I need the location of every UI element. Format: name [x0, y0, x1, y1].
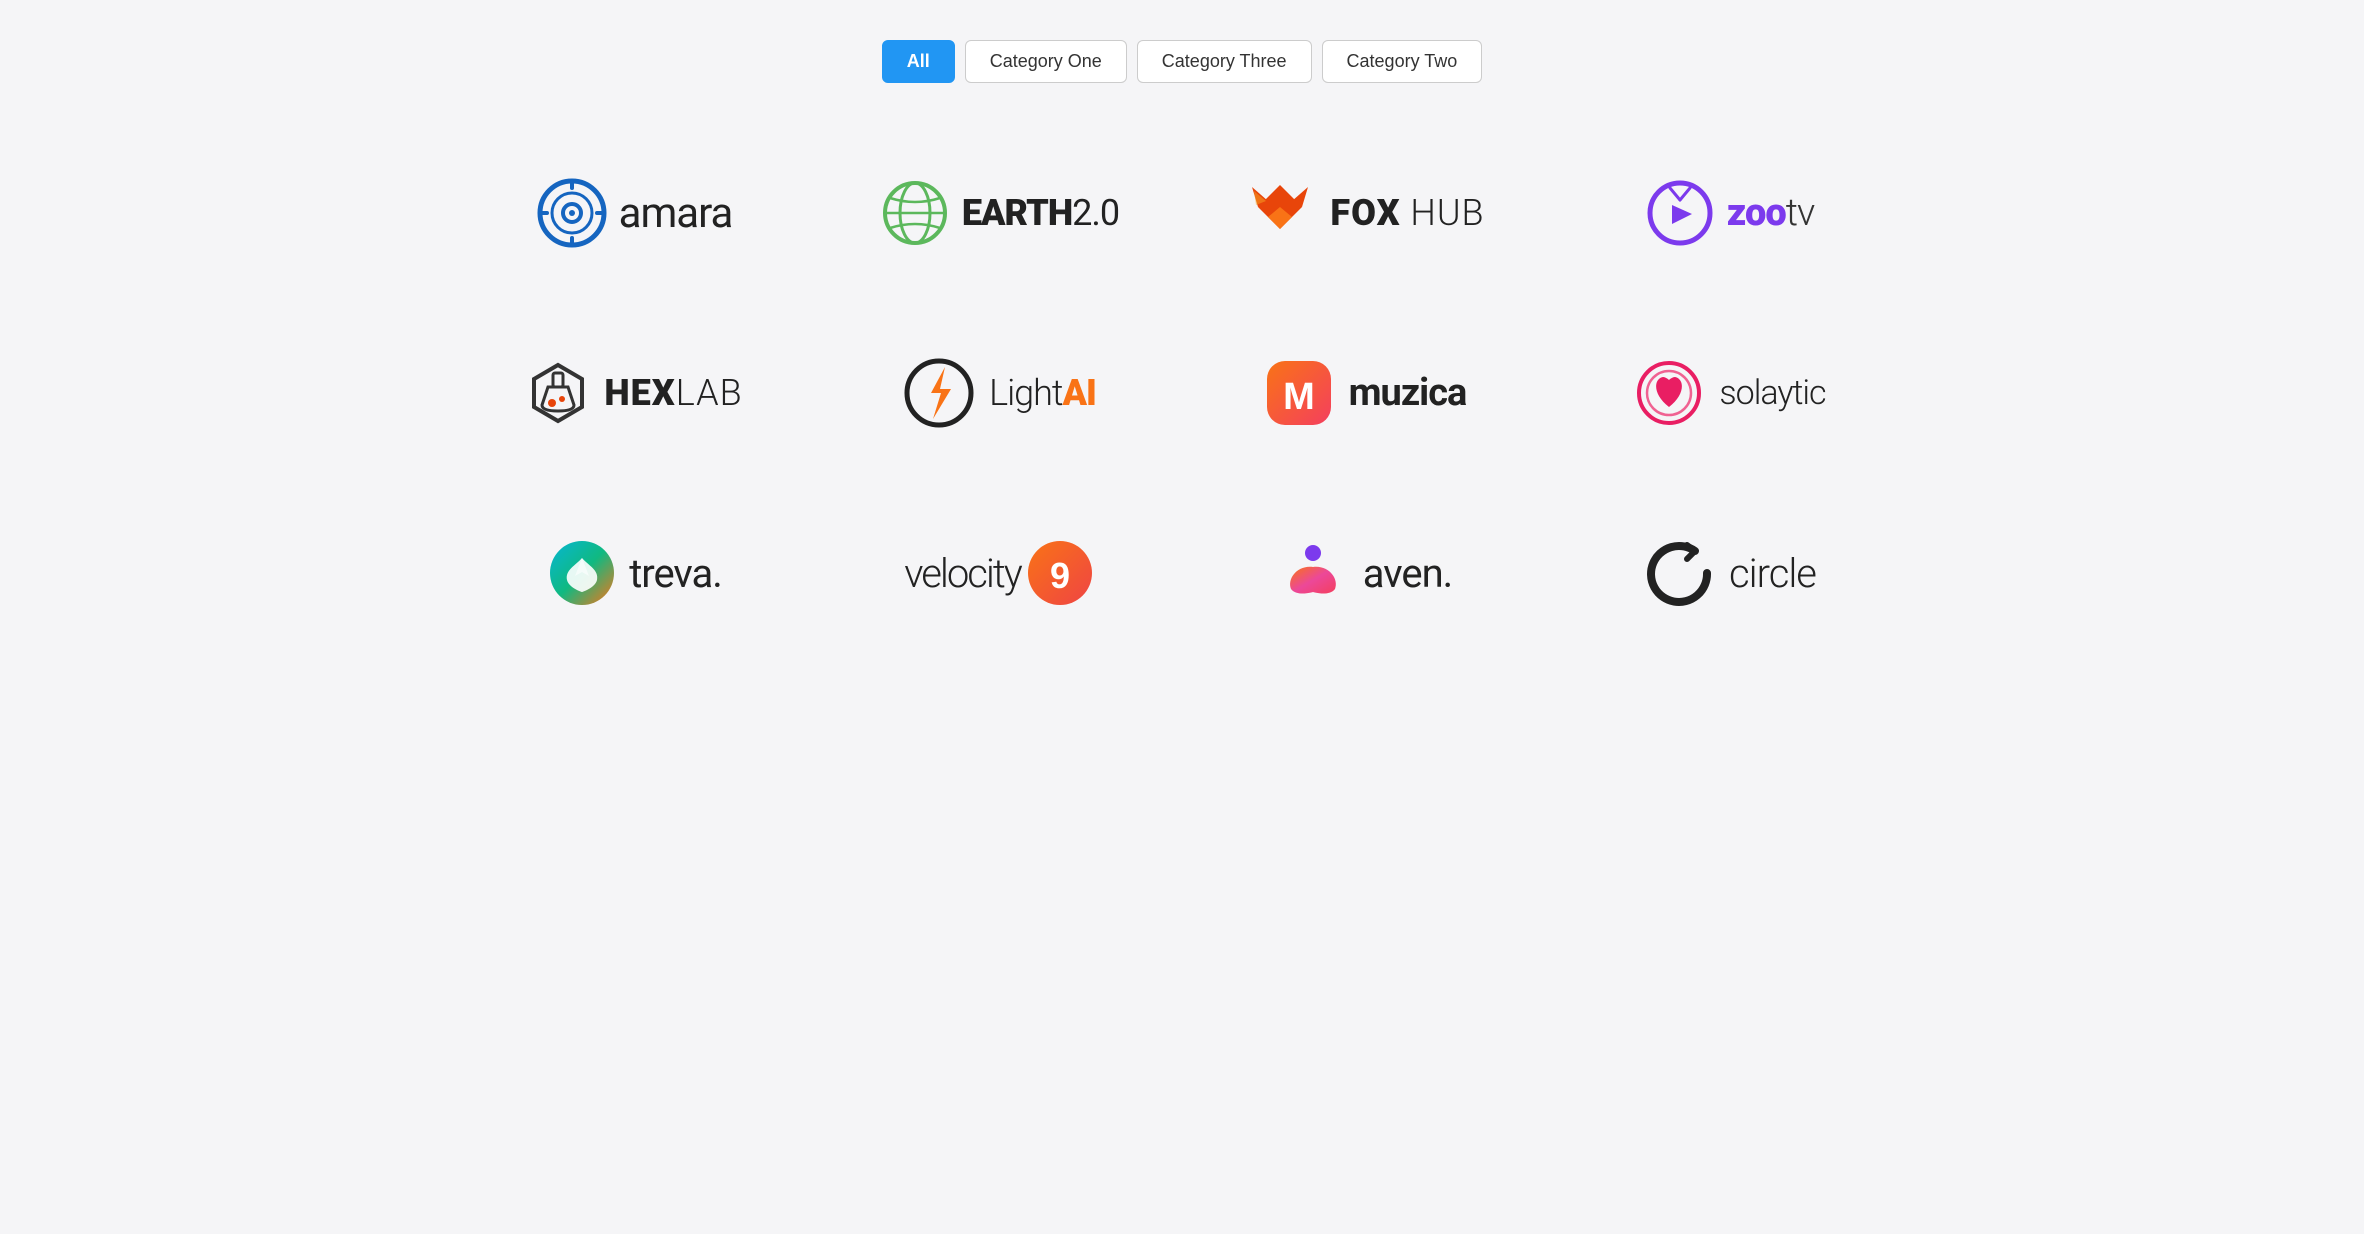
- earth-text: EARTH2.0: [962, 192, 1119, 234]
- logo-lightai: LightAI: [903, 357, 1096, 429]
- logo-fox-cell: FOX HUB: [1212, 143, 1517, 283]
- logo-velocity-cell: velocity 9: [847, 503, 1152, 643]
- velocity-icon: 9: [1025, 538, 1095, 608]
- zoo-icon: [1645, 178, 1715, 248]
- logo-hexlab: HEXLAB: [526, 361, 742, 425]
- amara-icon: [537, 178, 607, 248]
- logo-earth-cell: EARTH2.0: [847, 143, 1152, 283]
- circle-icon: [1643, 537, 1715, 609]
- logo-aven-cell: aven.: [1212, 503, 1517, 643]
- logo-grid: amara EARTH2.0: [482, 143, 1882, 643]
- logo-zoo: zootv: [1645, 178, 1815, 248]
- aven-text: aven.: [1363, 550, 1452, 597]
- filter-category-one-button[interactable]: Category One: [965, 40, 1127, 83]
- logo-fox: FOX HUB: [1244, 177, 1484, 249]
- velocity-text: velocity: [904, 550, 1021, 597]
- hexlab-text: HEXLAB: [604, 372, 742, 414]
- muzica-icon: M: [1263, 357, 1335, 429]
- filter-all-button[interactable]: All: [882, 40, 955, 83]
- logo-circle: circle: [1643, 537, 1816, 609]
- circle-text: circle: [1729, 550, 1816, 597]
- logo-hexlab-cell: HEXLAB: [482, 323, 787, 463]
- svg-text:M: M: [1283, 376, 1315, 418]
- amara-text: amara: [619, 189, 733, 238]
- logo-solaytic: solaytic: [1633, 357, 1825, 429]
- logo-earth: EARTH2.0: [880, 178, 1119, 248]
- fox-text: FOX HUB: [1330, 192, 1484, 234]
- logo-lightai-cell: LightAI: [847, 323, 1152, 463]
- logo-solaytic-cell: solaytic: [1577, 323, 1882, 463]
- logo-amara: amara: [537, 178, 733, 248]
- filter-bar: All Category One Category Three Category…: [882, 40, 1483, 83]
- zoo-text: zootv: [1727, 191, 1815, 235]
- logo-zoo-cell: zootv: [1577, 143, 1882, 283]
- aven-icon: [1277, 537, 1349, 609]
- filter-category-two-button[interactable]: Category Two: [1322, 40, 1483, 83]
- fox-icon: [1244, 177, 1316, 249]
- treva-icon: [547, 538, 617, 608]
- logo-treva: treva.: [547, 538, 722, 608]
- solaytic-icon: [1633, 357, 1705, 429]
- hexlab-icon: [526, 361, 590, 425]
- logo-circle-cell: circle: [1577, 503, 1882, 643]
- logo-treva-cell: treva.: [482, 503, 787, 643]
- svg-text:9: 9: [1050, 555, 1070, 596]
- logo-aven: aven.: [1277, 537, 1452, 609]
- earth-icon: [880, 178, 950, 248]
- logo-velocity: velocity 9: [904, 538, 1095, 608]
- logo-muzica-cell: M muzica: [1212, 323, 1517, 463]
- muzica-text: muzica: [1349, 371, 1467, 415]
- logo-muzica: M muzica: [1263, 357, 1467, 429]
- lightai-icon: [903, 357, 975, 429]
- lightai-text: LightAI: [989, 372, 1096, 414]
- treva-text: treva.: [629, 550, 722, 597]
- logo-amara-cell: amara: [482, 143, 787, 283]
- filter-category-three-button[interactable]: Category Three: [1137, 40, 1312, 83]
- solaytic-text: solaytic: [1719, 373, 1825, 413]
